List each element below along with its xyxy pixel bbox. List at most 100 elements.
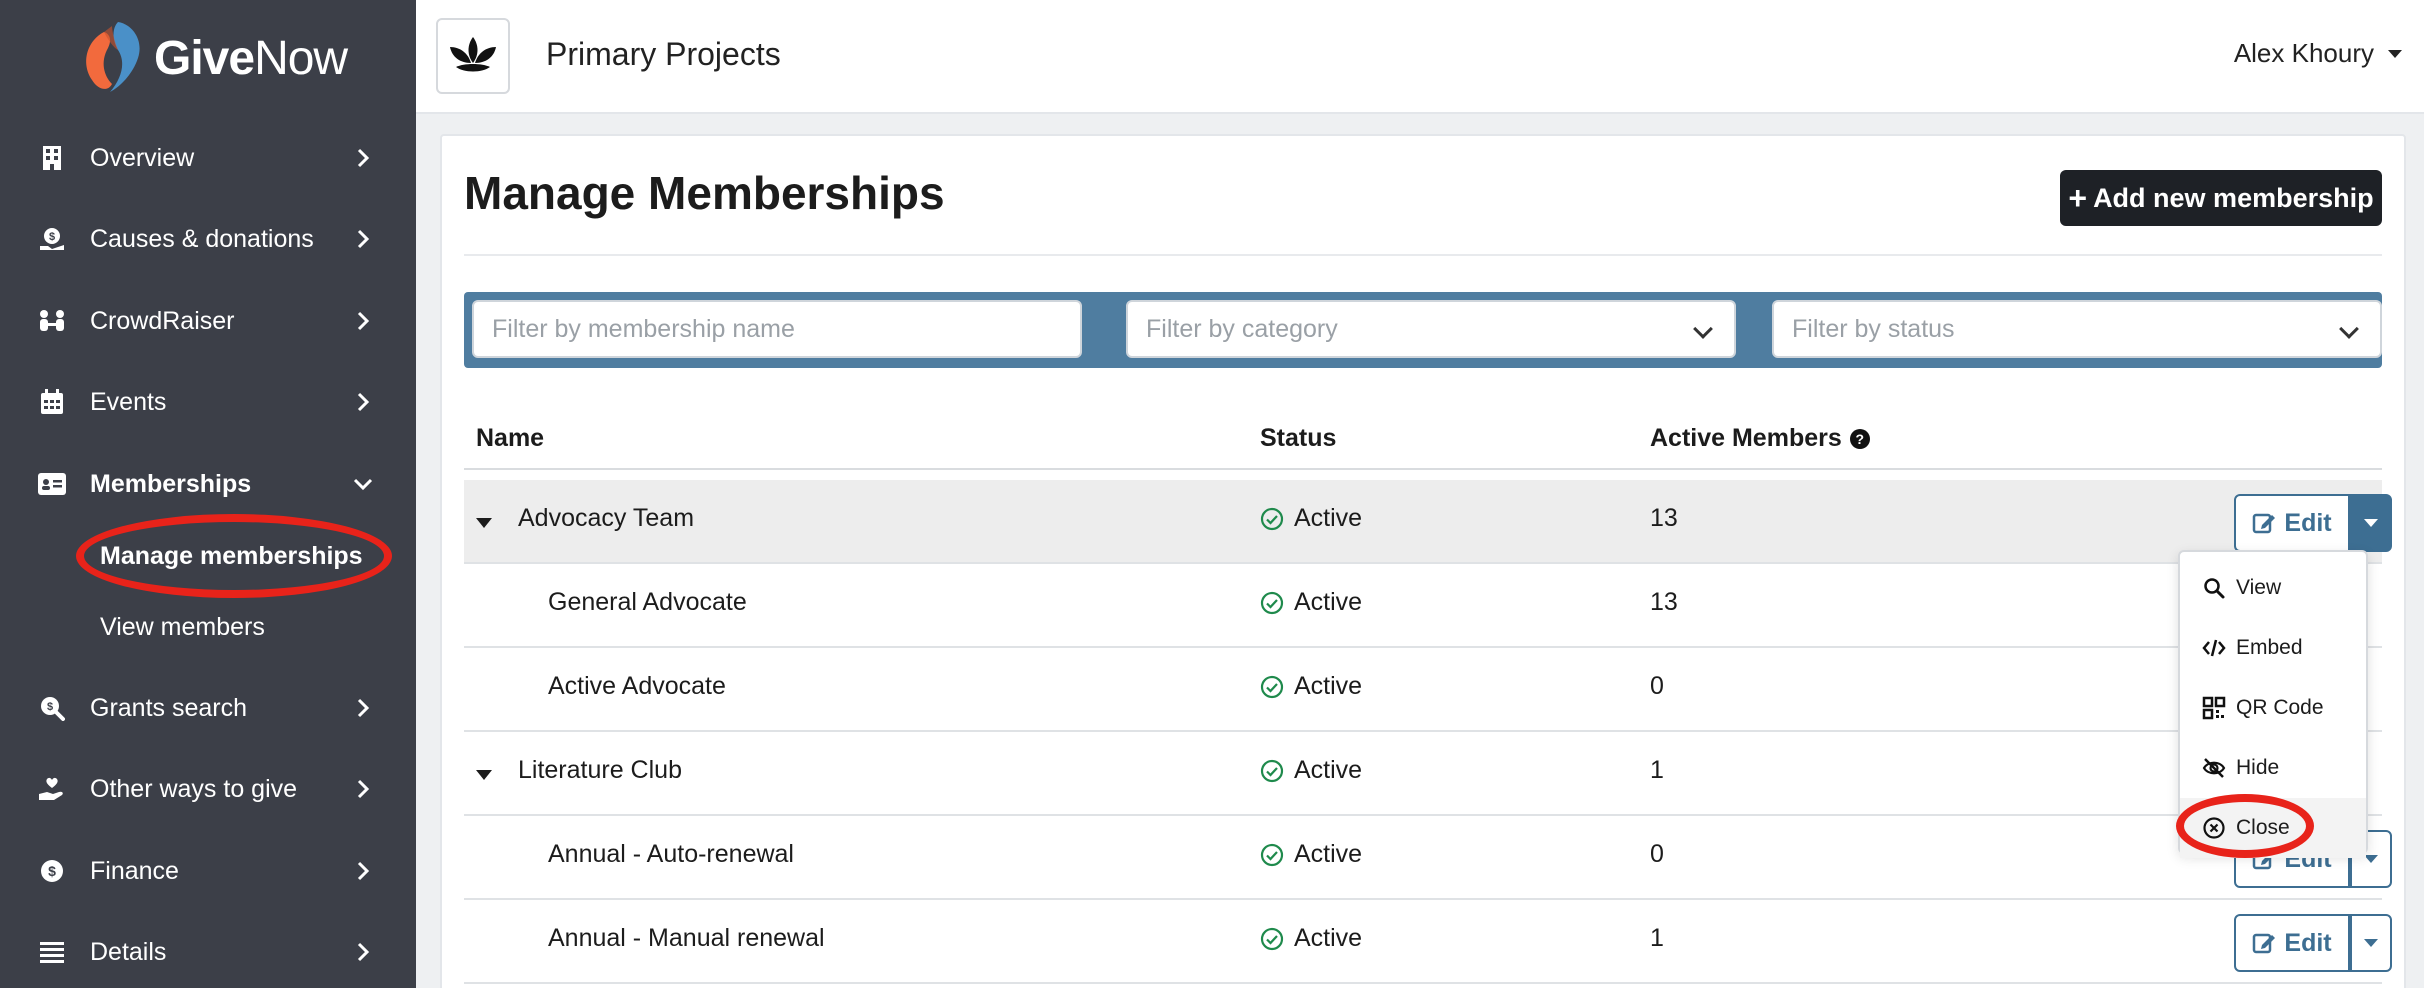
sidebar-item-memberships[interactable]: Memberships [0, 454, 416, 514]
expand-triangle-icon[interactable] [476, 770, 492, 780]
table-row[interactable]: Literature Club Active 1 [464, 732, 2382, 816]
caret-down-icon [2364, 519, 2378, 527]
search-icon [2204, 578, 2225, 599]
edit-button[interactable]: Edit [2234, 914, 2350, 972]
row-actions-menu: View Embed QR Code Hide Close [2178, 550, 2368, 858]
table-row[interactable]: Annual - Auto-renewal Active 0 Edit [464, 816, 2392, 900]
plus-icon: + [2068, 179, 2088, 216]
menu-item-view[interactable]: View [2180, 558, 2366, 618]
id-card-icon [38, 470, 66, 498]
membership-name[interactable]: Annual - Auto-renewal [548, 840, 794, 869]
menu-item-label: View [2236, 576, 2282, 599]
chevron-right-icon [357, 698, 370, 718]
column-header-label: Active Members [1650, 424, 1842, 452]
chevron-right-icon [357, 861, 370, 881]
menu-item-embed[interactable]: Embed [2180, 618, 2366, 678]
filter-placeholder: Filter by category [1146, 314, 1338, 343]
menu-item-qr-code[interactable]: QR Code [2180, 678, 2366, 738]
table-row[interactable]: Active Advocate Active 0 [464, 648, 2382, 732]
sidebar-item-causes-donations[interactable]: $ Causes & donations [0, 209, 416, 269]
sidebar-item-finance[interactable]: $ Finance [0, 841, 416, 901]
membership-name[interactable]: Active Advocate [548, 672, 726, 701]
divider [464, 254, 2382, 256]
page-title: Manage Memberships [464, 167, 945, 219]
help-icon[interactable]: ? [1849, 429, 1870, 449]
chevron-right-icon [357, 311, 370, 331]
sidebar-subitem-view-members[interactable]: View members [0, 602, 416, 652]
sidebar-subitem-manage-memberships[interactable]: Manage memberships [0, 531, 416, 581]
user-menu[interactable]: Alex Khoury [2234, 38, 2402, 69]
org-name: Primary Projects [546, 36, 781, 72]
status-text: Active [1294, 588, 1363, 616]
menu-item-close[interactable]: Close [2180, 798, 2366, 858]
filter-category-select[interactable]: Filter by category [1126, 300, 1736, 358]
caret-down-icon [2364, 939, 2378, 947]
table-row[interactable]: Advocacy Team Active 13 Edit [464, 480, 2392, 564]
sidebar-item-overview[interactable]: Overview [0, 128, 416, 188]
menu-item-label: QR Code [2236, 696, 2324, 719]
menu-item-hide[interactable]: Hide [2180, 738, 2366, 798]
table-row[interactable]: Annual - Manual renewal Active 1 Edit [464, 900, 2392, 984]
sidebar-item-grants-search[interactable]: $ Grants search [0, 678, 416, 738]
filter-placeholder: Filter by status [1792, 314, 1955, 343]
sidebar-item-details[interactable]: Details [0, 922, 416, 982]
filter-placeholder: Filter by membership name [492, 314, 795, 343]
check-circle-icon [1260, 759, 1284, 782]
sidebar-item-events[interactable]: Events [0, 372, 416, 432]
check-circle-icon [1260, 675, 1284, 698]
qr-code-icon [2202, 696, 2226, 720]
chevron-down-icon [353, 478, 373, 491]
membership-name[interactable]: Annual - Manual renewal [548, 924, 825, 953]
column-header-name[interactable]: Name [476, 424, 544, 453]
sidebar-item-other-ways-to-give[interactable]: Other ways to give [0, 759, 416, 819]
edit-icon [2253, 513, 2276, 534]
check-circle-icon [1260, 507, 1284, 530]
donation-icon: $ [38, 225, 66, 253]
edit-dropdown-toggle[interactable] [2350, 494, 2392, 552]
givenow-logo[interactable]: GiveNow [78, 18, 348, 98]
filter-bar: Filter by membership name Filter by cate… [464, 292, 2382, 368]
status-cell: Active [1260, 840, 1362, 869]
list-icon [38, 938, 66, 966]
membership-name[interactable]: Advocacy Team [518, 504, 694, 533]
check-circle-icon [1260, 591, 1284, 614]
sidebar-subitem-label: Manage memberships [100, 541, 363, 570]
edit-button[interactable]: Edit [2234, 494, 2350, 552]
edit-label: Edit [2284, 928, 2332, 957]
status-text: Active [1294, 504, 1363, 532]
user-name: Alex Khoury [2233, 38, 2374, 68]
table-header: Name Status Active Members? [464, 420, 2382, 470]
svg-text:$: $ [47, 701, 53, 713]
caret-down-icon [2388, 49, 2402, 58]
active-members-count: 1 [1650, 756, 1664, 784]
svg-text:$: $ [49, 231, 55, 243]
active-members-count: 13 [1650, 588, 1678, 616]
sidebar-item-label: Events [90, 387, 167, 416]
calendar-icon [38, 388, 66, 416]
expand-triangle-icon[interactable] [476, 518, 492, 528]
column-header-active-members[interactable]: Active Members? [1650, 424, 1870, 453]
filter-status-select[interactable]: Filter by status [1772, 300, 2382, 358]
column-header-status[interactable]: Status [1260, 424, 1336, 453]
code-icon [2202, 639, 2226, 657]
edit-dropdown-toggle[interactable] [2350, 914, 2392, 972]
menu-item-label: Embed [2236, 636, 2303, 659]
membership-name[interactable]: General Advocate [548, 588, 747, 617]
finance-icon: $ [38, 857, 66, 885]
building-icon [38, 144, 66, 172]
org-logo[interactable] [436, 18, 510, 94]
sidebar-item-crowdraiser[interactable]: CrowdRaiser [0, 291, 416, 351]
status-cell: Active [1260, 588, 1362, 617]
hand-heart-icon [38, 775, 66, 803]
sidebar-item-label: Causes & donations [90, 224, 314, 253]
status-cell: Active [1260, 672, 1362, 701]
filter-membership-name-input[interactable]: Filter by membership name [472, 300, 1082, 358]
main-card: Manage Memberships + Add new membership … [440, 134, 2406, 988]
menu-item-label: Close [2236, 816, 2290, 839]
membership-name[interactable]: Literature Club [518, 756, 682, 785]
sidebar-item-label: Details [90, 937, 167, 966]
add-membership-button[interactable]: + Add new membership [2060, 170, 2382, 226]
sidebar-item-label: Finance [90, 856, 179, 885]
chevron-right-icon [357, 148, 370, 168]
table-row[interactable]: General Advocate Active 13 [464, 564, 2382, 648]
